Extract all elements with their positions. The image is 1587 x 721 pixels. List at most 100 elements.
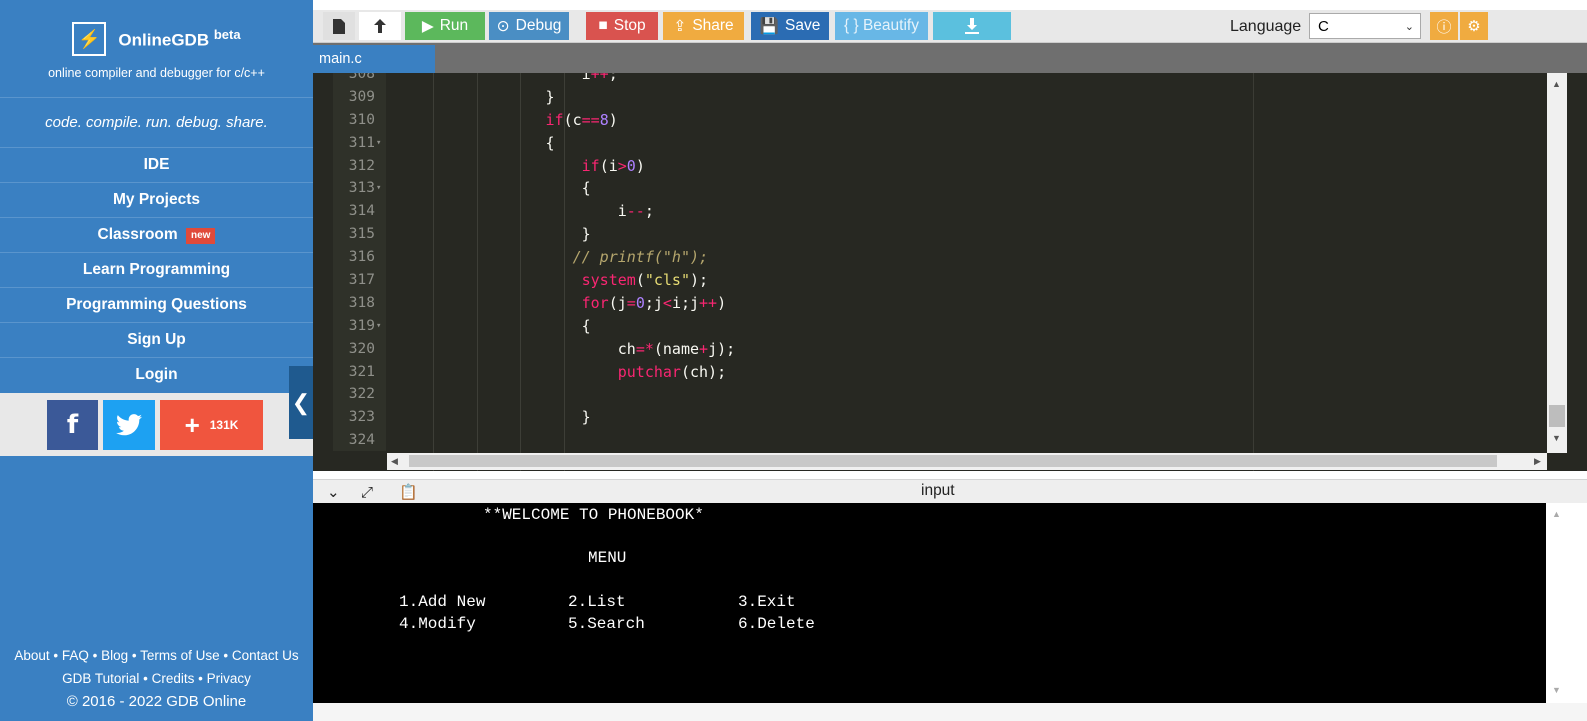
facebook-icon[interactable]: f: [47, 399, 98, 450]
line-number: 317: [348, 272, 375, 289]
clipboard-icon[interactable]: 📋: [399, 483, 418, 501]
save-button[interactable]: 💾 Save: [751, 12, 829, 40]
toolbar: ▶ Run ⊙ Debug ■ Stop ⇪ Share 💾 Save { } Beaut…: [313, 10, 1587, 43]
line-number: 315: [348, 226, 375, 243]
code-line[interactable]: 316 // printf("h");: [313, 246, 1567, 269]
code-line[interactable]: 324: [313, 429, 1567, 452]
line-number: 320: [348, 340, 375, 357]
nav-item-ide[interactable]: IDE: [0, 148, 313, 183]
line-number: 318: [348, 294, 375, 311]
io-header: ⌄ ⤢ 📋 input: [313, 479, 1587, 503]
code-editor[interactable]: 308 i++; 309 } 310 if(c==8) 311 ▾ {312 if(i>…: [313, 73, 1567, 471]
nav-item-login[interactable]: Login: [0, 358, 313, 393]
code-lines: 308 i++; 309 } 310 if(c==8) 311 ▾ {312 if(i>…: [313, 73, 1567, 471]
footer-link-privacy[interactable]: Privacy: [207, 671, 251, 686]
twitter-icon[interactable]: [103, 399, 155, 450]
footer-link-about[interactable]: About: [14, 648, 49, 663]
editor-horizontal-scrollbar[interactable]: ◀ ▶: [387, 453, 1547, 470]
footer-link-tutorial[interactable]: GDB Tutorial: [62, 671, 139, 686]
code-line[interactable]: 315 }: [313, 223, 1567, 246]
stop-button[interactable]: ■ Stop: [586, 12, 658, 40]
line-number: 314: [348, 203, 375, 220]
code-line[interactable]: 312 if(i>0): [313, 155, 1567, 178]
scroll-up-icon[interactable]: ▲: [1552, 79, 1561, 89]
upload-button[interactable]: [359, 12, 401, 40]
line-number: 316: [348, 249, 375, 266]
footer-link-faq[interactable]: FAQ: [62, 648, 89, 663]
language-label: Language: [1230, 18, 1302, 35]
sidebar: ⚡ OnlineGDB beta online compiler and deb…: [0, 0, 313, 721]
collapse-io-icon[interactable]: ⌄: [327, 483, 340, 501]
brand[interactable]: ⚡ OnlineGDB beta online compiler and deb…: [0, 0, 313, 98]
footer-link-terms[interactable]: Terms of Use: [140, 648, 220, 663]
bottom-strip: [313, 703, 1587, 721]
collapse-sidebar-button[interactable]: ❮: [289, 366, 313, 439]
code-text: for(j=0;j<i;j++): [581, 293, 727, 312]
line-number: 313: [348, 180, 375, 197]
footer-link-blog[interactable]: Blog: [101, 648, 128, 663]
code-line[interactable]: 310 if(c==8): [313, 109, 1567, 132]
console-line: 5.Search: [568, 615, 645, 633]
share-count: 131K: [209, 417, 239, 432]
line-number: 322: [348, 386, 375, 403]
code-line[interactable]: 311 ▾ {: [313, 132, 1567, 155]
new-file-button[interactable]: [323, 12, 355, 40]
footer-link-credits[interactable]: Credits: [152, 671, 195, 686]
code-line[interactable]: 323 }: [313, 406, 1567, 429]
info-icon: ⓘ: [1436, 17, 1452, 36]
code-line[interactable]: 309 }: [313, 86, 1567, 109]
line-number: 308: [348, 73, 375, 82]
console-line: MENU: [588, 549, 627, 567]
footer-link-contact[interactable]: Contact Us: [232, 648, 299, 663]
fold-arrow-icon[interactable]: ▾: [376, 315, 381, 338]
line-number: 310: [348, 111, 375, 128]
nav-item-classroom[interactable]: Classroom new: [0, 218, 313, 253]
share-button[interactable]: ⇪ Share: [663, 12, 744, 40]
scroll-left-icon[interactable]: ◀: [391, 456, 398, 467]
code-text: if(c==8): [545, 110, 618, 129]
fold-arrow-icon[interactable]: ▾: [376, 177, 381, 200]
plus-icon: +: [184, 409, 200, 440]
code-line[interactable]: 314 i--;: [313, 200, 1567, 223]
debug-button[interactable]: ⊙ Debug: [489, 12, 569, 40]
nav-item-learn-programming[interactable]: Learn Programming: [0, 253, 313, 288]
tab-main-c[interactable]: main.c: [313, 45, 435, 73]
scroll-up-icon[interactable]: ▲: [1552, 509, 1561, 519]
code-line[interactable]: 321 putchar(ch);: [313, 361, 1567, 384]
scroll-down-icon[interactable]: ▼: [1552, 685, 1561, 695]
beautify-button[interactable]: { } Beautify: [835, 12, 928, 40]
fold-arrow-icon[interactable]: ▾: [376, 132, 381, 155]
scrollbar-thumb[interactable]: [1549, 405, 1565, 427]
scroll-down-icon[interactable]: ▼: [1552, 433, 1561, 443]
editor-vertical-scrollbar[interactable]: ▲ ▼: [1547, 73, 1567, 453]
code-line[interactable]: 308 i++;: [313, 73, 1567, 86]
language-select[interactable]: C ⌄: [1309, 13, 1421, 39]
code-line[interactable]: 320 ch=*(name+j);: [313, 338, 1567, 361]
info-button[interactable]: ⓘ: [1430, 12, 1458, 40]
code-line[interactable]: 322: [313, 383, 1567, 406]
console-output[interactable]: **WELCOME TO PHONEBOOK* MENU 1.Add New 2…: [313, 503, 1546, 703]
code-line[interactable]: 319 ▾ {: [313, 315, 1567, 338]
line-number: 321: [348, 363, 375, 380]
share-count-button[interactable]: +131K: [160, 399, 263, 450]
console-line: 6.Delete: [738, 615, 815, 633]
scrollbar-thumb[interactable]: [409, 455, 1497, 467]
console-scrollbar[interactable]: ▲ ▼: [1546, 503, 1587, 703]
chevron-left-icon: ❮: [291, 389, 311, 415]
code-text: i++;: [401, 73, 618, 83]
scroll-right-icon[interactable]: ▶: [1534, 456, 1541, 467]
code-line[interactable]: 318 for(j=0;j<i;j++): [313, 292, 1567, 315]
expand-icon[interactable]: ⤢: [361, 483, 373, 501]
console-line: 4.Modify: [399, 615, 476, 633]
console-line: **WELCOME TO PHONEBOOK*: [483, 506, 704, 524]
social-bar: f +131K: [0, 393, 313, 456]
download-button[interactable]: [933, 12, 1011, 40]
nav-item-my-projects[interactable]: My Projects: [0, 183, 313, 218]
nav-item-programming-questions[interactable]: Programming Questions: [0, 288, 313, 323]
nav-item-sign-up[interactable]: Sign Up: [0, 323, 313, 358]
line-number: 319: [348, 317, 375, 334]
code-line[interactable]: 313 ▾ {: [313, 177, 1567, 200]
settings-button[interactable]: ⚙: [1460, 12, 1488, 40]
run-button[interactable]: ▶ Run: [405, 12, 485, 40]
code-line[interactable]: 317 system("cls");: [313, 269, 1567, 292]
